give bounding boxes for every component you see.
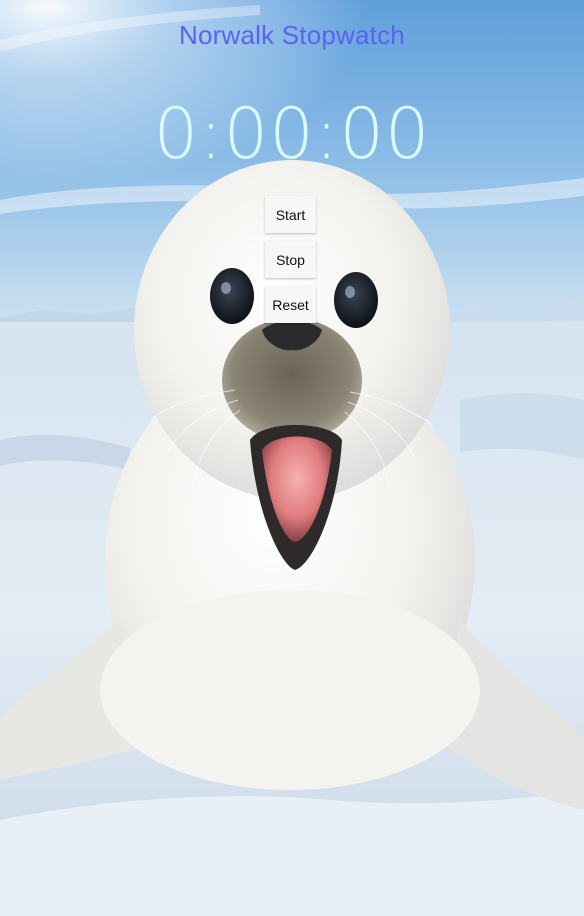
reset-button[interactable]: Reset <box>265 286 316 323</box>
stopwatch-time-display: 0:00:00 <box>153 93 431 175</box>
stop-button[interactable]: Stop <box>265 241 316 278</box>
stopwatch-screen: Norwalk Stopwatch 0:00:00 Start Stop Res… <box>0 0 584 916</box>
start-button[interactable]: Start <box>265 196 316 233</box>
app-title: Norwalk Stopwatch <box>179 20 405 50</box>
